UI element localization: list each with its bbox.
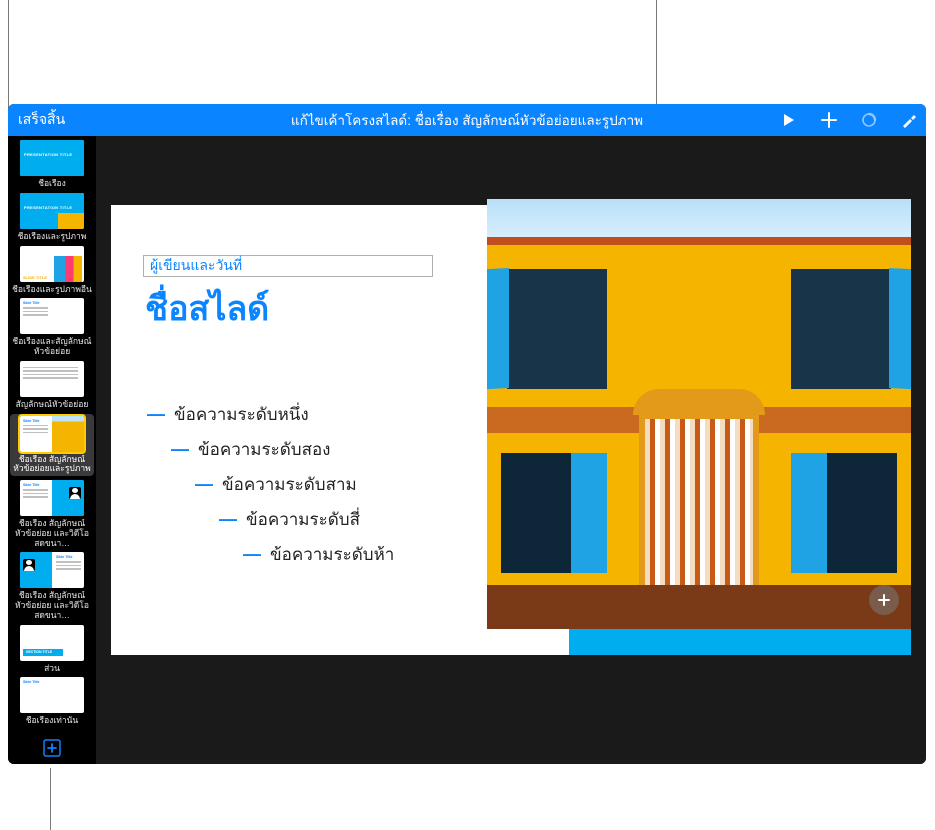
media-replace-button[interactable]	[869, 585, 899, 615]
layout-thumb-label: ชื่อเรื่องเท่านั้น	[24, 716, 81, 726]
done-button-label: เสร็จสิ้น	[18, 109, 65, 131]
bullet-dash-icon: —	[219, 509, 236, 530]
app-window: เสร็จสิ้น แก้ไขเค้าโครงสไลด์: ชื่อเรื่อง…	[8, 104, 926, 764]
bullet-dash-icon: —	[195, 474, 212, 495]
layout-thumb-label: ชื่อเรื่องและสัญลักษณ์หัวข้อย่อย	[10, 337, 94, 357]
layout-thumb-title-photo-alt[interactable]: SLIDE TITLE ชื่อเรื่องและรูปภาพอื่น	[10, 246, 94, 295]
bullet-text: ข้อความระดับห้า	[270, 541, 394, 568]
layout-thumb-title-bullets[interactable]: Slide Title ชื่อเรื่องและสัญลักษณ์หัวข้อ…	[10, 298, 94, 357]
done-button[interactable]: เสร็จสิ้น	[18, 104, 65, 136]
guide-line	[50, 768, 51, 830]
add-slide-layout-button[interactable]	[40, 736, 64, 760]
play-icon[interactable]	[780, 111, 798, 129]
slide-title-placeholder[interactable]: ชื่อสไลด์	[145, 281, 269, 335]
bullet-text: ข้อความระดับสอง	[198, 436, 330, 463]
bullet-dash-icon: —	[147, 404, 164, 425]
bullet-text: ข้อความระดับสาม	[222, 471, 357, 498]
workspace: PRESENTATION TITLE ชื่อเรื่อง PRESENTATI…	[8, 136, 926, 764]
slide-image-placeholder[interactable]	[487, 199, 911, 629]
toolbar-right-group	[780, 104, 918, 136]
layout-thumb-title-photo[interactable]: PRESENTATION TITLE ชื่อเรื่องและรูปภาพ	[10, 193, 94, 242]
bullet-dash-icon: —	[243, 544, 260, 565]
layout-thumb-label: สัญลักษณ์หัวข้อย่อย	[14, 400, 91, 410]
animate-icon[interactable]	[860, 111, 878, 129]
layout-thumb-title-bullets-photo[interactable]: Slide Title ชื่อเรื่อง สัญลักษณ์หัวข้อย่…	[10, 414, 94, 477]
plus-icon	[876, 592, 892, 608]
toolbar-title: แก้ไขเค้าโครงสไลด์: ชื่อเรื่อง สัญลักษณ์…	[291, 109, 643, 131]
layout-thumb-label: ชื่อเรื่อง สัญลักษณ์หัวข้อย่อยและรูปภาพ	[10, 455, 94, 475]
toolbar-title-layout-name: ชื่อเรื่อง สัญลักษณ์หัวข้อย่อยและรูปภาพ	[415, 113, 643, 128]
toolbar-title-prefix: แก้ไขเค้าโครงสไลด์:	[291, 113, 415, 128]
toolbar: เสร็จสิ้น แก้ไขเค้าโครงสไลด์: ชื่อเรื่อง…	[8, 104, 926, 136]
layout-thumb-label: ชื่อเรื่อง สัญลักษณ์หัวข้อย่อย และวิดีโอ…	[10, 519, 94, 548]
guide-line	[8, 0, 9, 112]
author-date-placeholder[interactable]: ผู้เขียนและวันที่	[143, 255, 433, 277]
slide-layout-sidebar: PRESENTATION TITLE ชื่อเรื่อง PRESENTATI…	[8, 136, 96, 764]
slide-editor: ผู้เขียนและวันที่ ชื่อสไลด์ — ข้อความระดั…	[96, 136, 926, 764]
layout-thumb-label: ชื่อเรื่อง สัญลักษณ์หัวข้อย่อย และวิดีโอ…	[10, 591, 94, 620]
layout-thumb-label: ชื่อเรื่องและรูปภาพ	[16, 232, 89, 242]
bullet-dash-icon: —	[171, 439, 188, 460]
placeholder-photo-illustration	[487, 199, 911, 629]
layout-thumb-label: ส่วน	[42, 664, 62, 674]
bullet-text: ข้อความระดับหนึ่ง	[174, 401, 309, 428]
layout-thumb-label: ชื่อเรื่อง	[36, 179, 68, 189]
slide-canvas[interactable]: ผู้เขียนและวันที่ ชื่อสไลด์ — ข้อความระดั…	[111, 205, 911, 655]
author-date-placeholder-text: ผู้เขียนและวันที่	[150, 255, 242, 277]
slide-title-text: ชื่อสไลด์	[145, 290, 269, 328]
bullet-text: ข้อความระดับสี่	[246, 506, 360, 533]
layout-thumb-title[interactable]: PRESENTATION TITLE ชื่อเรื่อง	[10, 140, 94, 189]
layout-thumb-bullets[interactable]: สัญลักษณ์หัวข้อย่อย	[10, 361, 94, 410]
layout-thumb-title-bullets-live-r[interactable]: Slide Title ชื่อเรื่อง สัญลักษณ์หัวข้อย่…	[10, 480, 94, 548]
layout-thumb-title-bullets-live-l[interactable]: Slide Title ชื่อเรื่อง สัญลักษณ์หัวข้อย่…	[10, 552, 94, 620]
layout-thumb-title-only[interactable]: Slide Title ชื่อเรื่องเท่านั้น	[10, 677, 94, 726]
format-brush-icon[interactable]	[900, 111, 918, 129]
add-icon[interactable]	[820, 111, 838, 129]
slide-bullet-list[interactable]: — ข้อความระดับหนึ่ง — ข้อความระดับสอง — ข้อ…	[147, 401, 394, 576]
layout-thumb-label: ชื่อเรื่องและรูปภาพอื่น	[10, 285, 94, 295]
layout-thumb-section[interactable]: SECTION TITLE ส่วน	[10, 625, 94, 674]
